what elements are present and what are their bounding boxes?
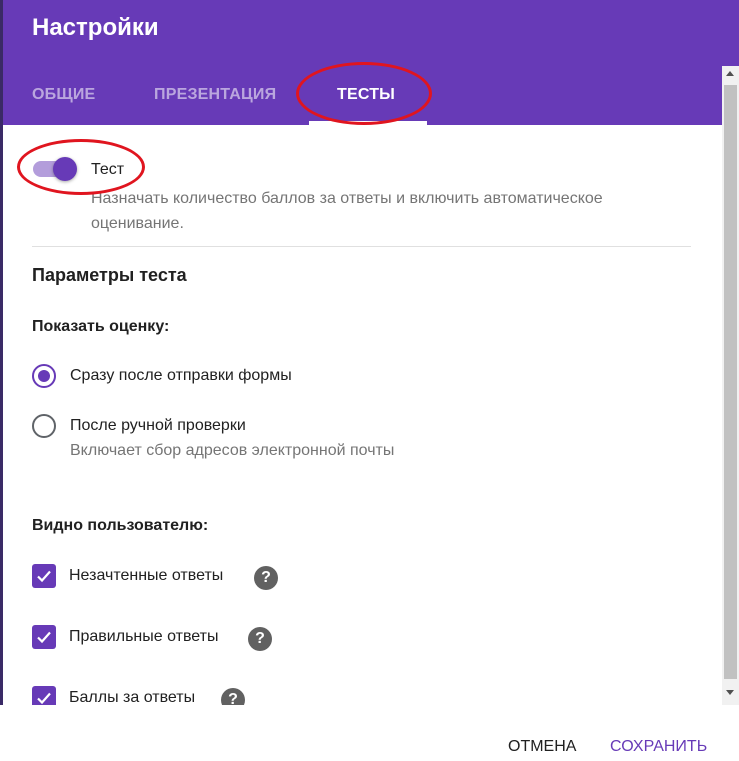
- dialog-title: Настройки: [32, 14, 159, 41]
- checkmark-icon: [37, 570, 51, 583]
- tab-presentation[interactable]: ПРЕЗЕНТАЦИЯ: [154, 86, 276, 104]
- save-button[interactable]: СОХРАНИТЬ: [610, 738, 707, 756]
- radio-immediately-label[interactable]: Сразу после отправки формы: [70, 367, 292, 385]
- radio-immediately[interactable]: [32, 364, 56, 388]
- window-edge: [0, 0, 3, 761]
- scroll-down-arrow-icon[interactable]: [726, 690, 734, 695]
- radio-manual-review[interactable]: [32, 414, 56, 438]
- quiz-toggle-label: Тест: [91, 161, 125, 178]
- radio-manual-review-label[interactable]: После ручной проверки: [70, 417, 246, 435]
- cancel-button[interactable]: ОТМЕНА: [508, 738, 576, 756]
- checkmark-icon: [37, 631, 51, 644]
- checkbox-missed-questions-label[interactable]: Незачтенные ответы: [69, 567, 223, 585]
- quiz-description: Назначать количество баллов за ответы и …: [91, 190, 603, 232]
- settings-dialog: Настройки ОБЩИЕ ПРЕЗЕНТАЦИЯ ТЕСТЫ Тест Н…: [0, 0, 739, 761]
- checkbox-missed-questions[interactable]: [32, 564, 56, 588]
- help-circle-icon[interactable]: ?: [254, 566, 278, 590]
- scroll-up-arrow-icon[interactable]: [726, 71, 734, 76]
- radio-manual-review-description: Включает сбор адресов электронной почты: [70, 442, 395, 459]
- respondent-can-see-heading: Видно пользователю:: [32, 517, 209, 534]
- checkbox-correct-answers-label[interactable]: Правильные ответы: [69, 628, 218, 646]
- divider: [32, 246, 691, 247]
- release-grade-heading: Показать оценку:: [32, 318, 170, 335]
- quiz-toggle-knob[interactable]: [53, 157, 77, 181]
- tab-general[interactable]: ОБЩИЕ: [32, 86, 95, 104]
- checkbox-correct-answers[interactable]: [32, 625, 56, 649]
- active-tab-indicator: [309, 121, 427, 125]
- scrollbar-thumb[interactable]: [724, 85, 737, 679]
- tab-quizzes[interactable]: ТЕСТЫ: [337, 86, 395, 104]
- quiz-options-title: Параметры теста: [32, 265, 187, 285]
- help-circle-icon[interactable]: ?: [248, 627, 272, 651]
